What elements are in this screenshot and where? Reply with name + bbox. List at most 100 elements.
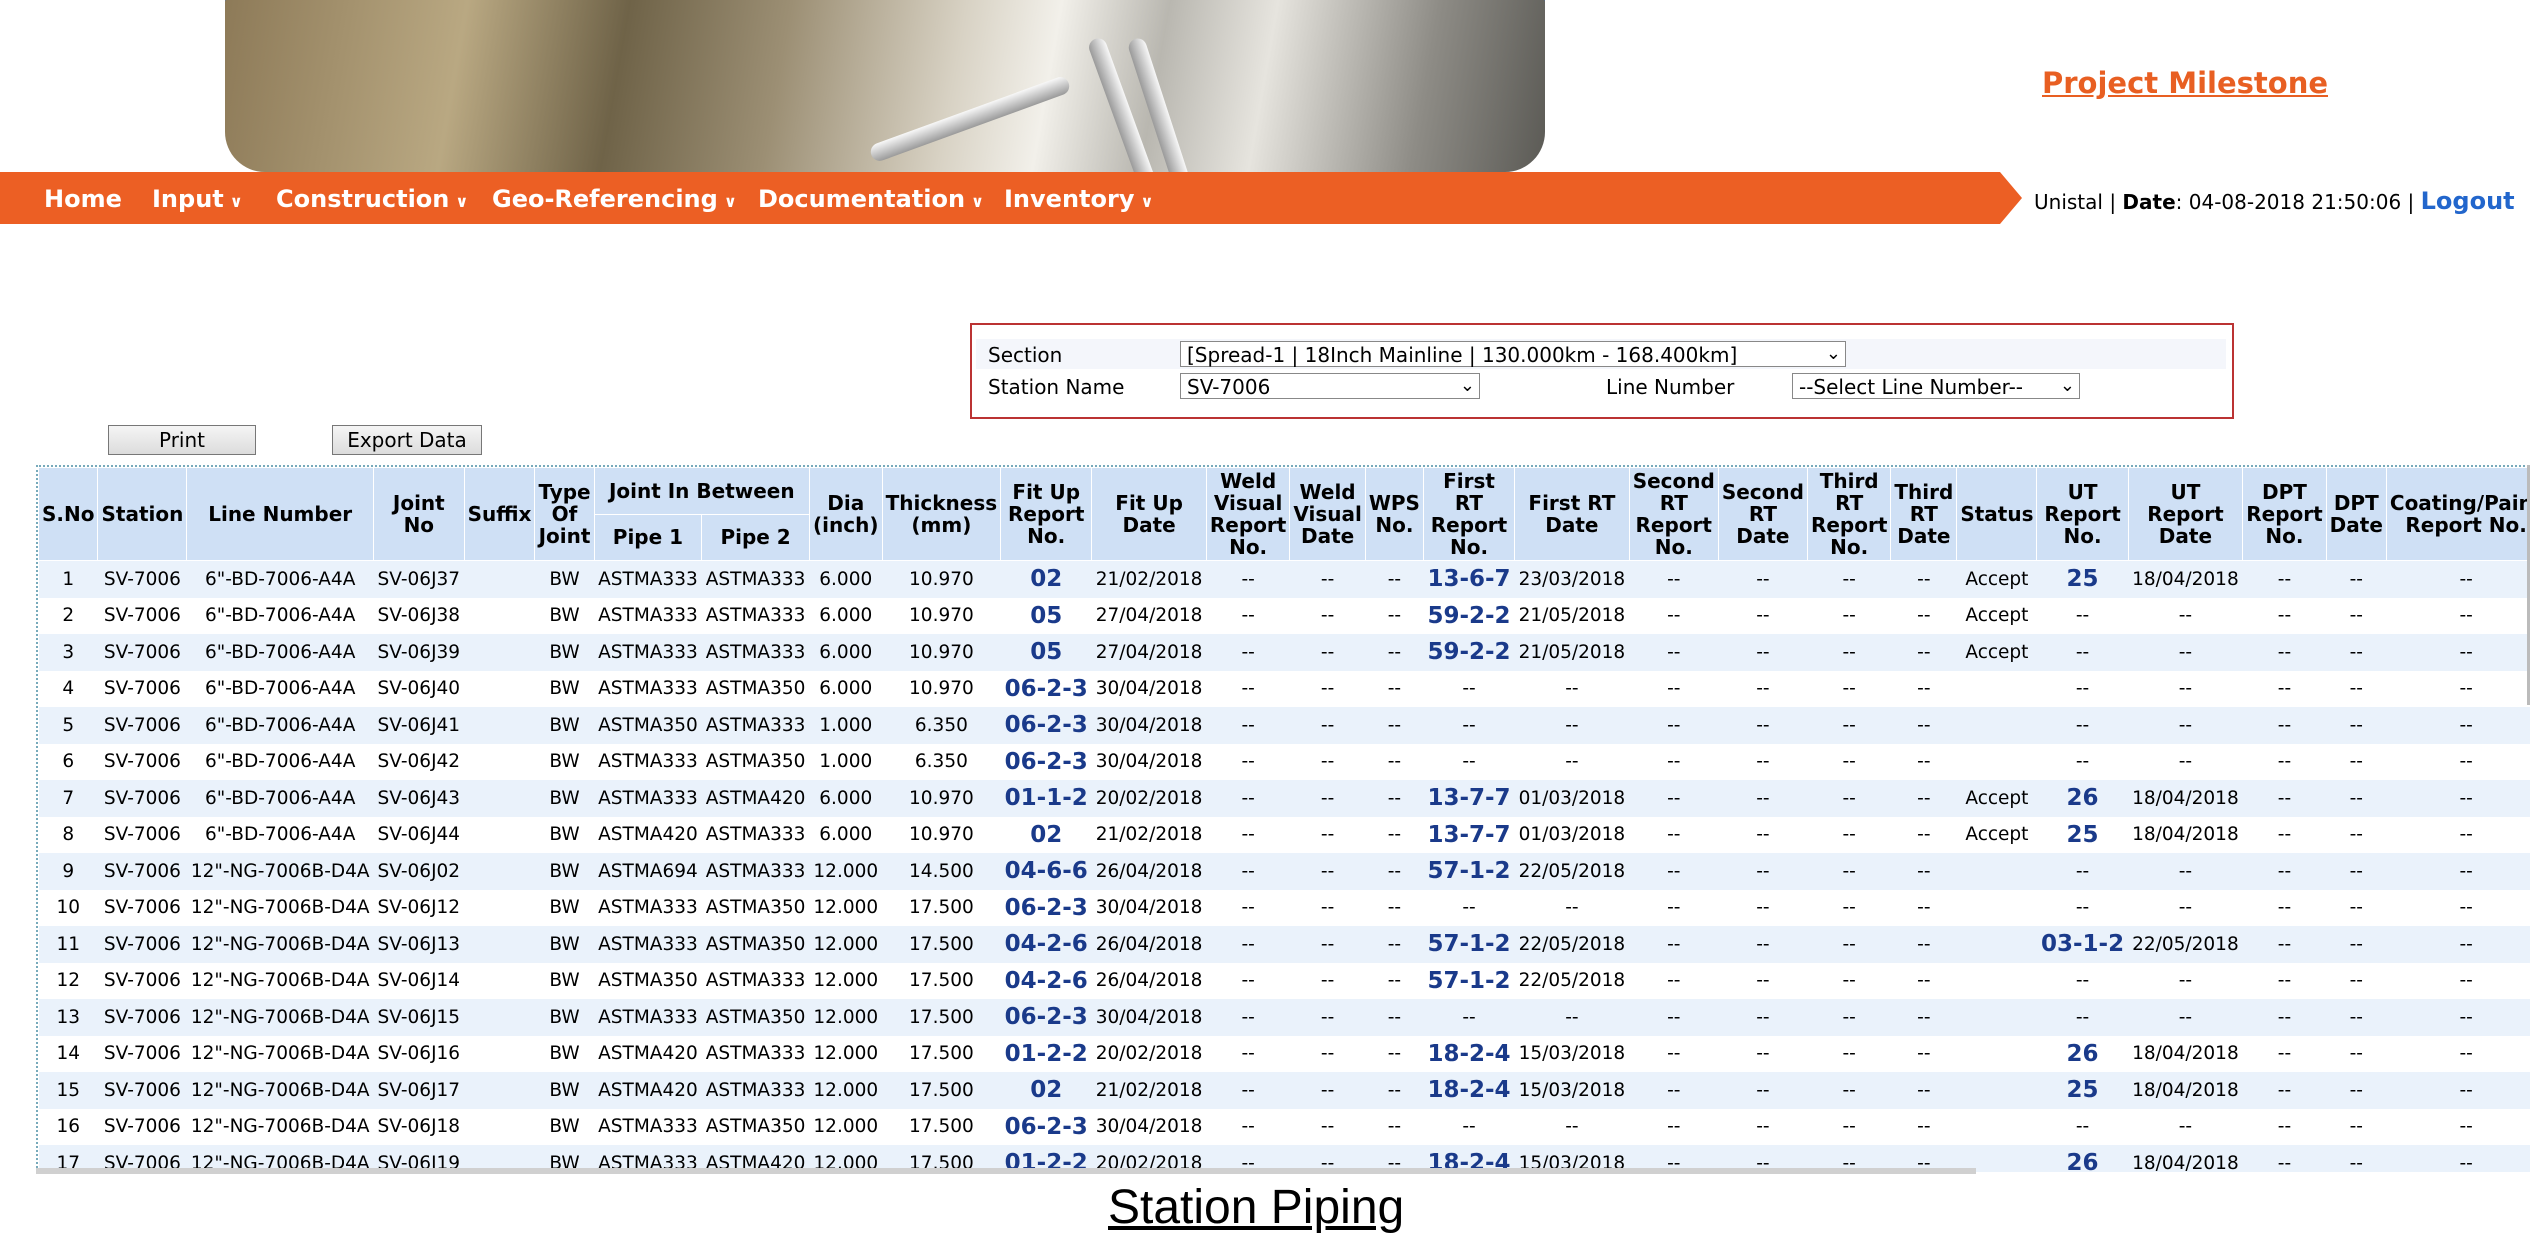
table-cell: -- <box>1807 597 1891 634</box>
table-cell: 10.970 <box>882 816 1001 853</box>
table-cell: -- <box>1718 889 1808 926</box>
station-select[interactable]: SV-7006 ⌄ <box>1180 373 1480 399</box>
table-cell: -- <box>1890 560 1957 598</box>
col-status: Status <box>1956 467 2038 561</box>
col-joint-in-between: Joint In Between <box>593 467 810 515</box>
table-cell: -- <box>2386 634 2530 671</box>
table-cell: 01/03/2018 <box>1514 816 1630 853</box>
col-dpt-report: DPT Report No. <box>2242 467 2327 561</box>
table-cell: -- <box>2326 1072 2387 1109</box>
table-cell: -- <box>1423 670 1515 707</box>
line-number-label: Line Number <box>1606 375 1735 399</box>
table-cell: -- <box>2326 853 2387 890</box>
table-cell: 30/04/2018 <box>1091 743 1207 780</box>
table-cell: 12.000 <box>809 926 883 963</box>
table-cell: 17.500 <box>882 999 1001 1036</box>
table-cell: -- <box>1890 889 1957 926</box>
table-cell: -- <box>1718 560 1808 598</box>
table-cell: Accept <box>1956 780 2037 817</box>
table-cell: -- <box>1629 1108 1719 1145</box>
table-cell: 12"-NG-7006B-D4A <box>186 999 374 1036</box>
table-cell: -- <box>1807 962 1891 999</box>
line-number-select[interactable]: --Select Line Number-- ⌄ <box>1792 373 2080 399</box>
table-cell: -- <box>1629 707 1719 744</box>
table-cell: -- <box>1807 853 1891 890</box>
table-cell: 6"-BD-7006-A4A <box>186 743 374 780</box>
table-cell: -- <box>2128 707 2243 744</box>
nav-inventory[interactable]: Inventory ∨ <box>1004 185 1153 213</box>
section-select[interactable]: [Spread-1 | 18Inch Mainline | 130.000km … <box>1180 341 1846 367</box>
table-cell: -- <box>1807 743 1891 780</box>
table-cell: 12.000 <box>809 999 883 1036</box>
table-cell: -- <box>1289 816 1366 853</box>
print-button[interactable]: Print <box>108 425 256 455</box>
logout-link[interactable]: Logout <box>2421 187 2515 215</box>
table-cell: -- <box>1206 926 1290 963</box>
table-cell: 1.000 <box>809 707 883 744</box>
table-cell: -- <box>1289 1108 1366 1145</box>
table-cell: SV-06J14 <box>373 962 465 999</box>
table-cell: -- <box>1365 597 1424 634</box>
table-cell: 18-2-4 <box>1423 1072 1515 1109</box>
table-cell: -- <box>1289 999 1366 1036</box>
table-cell: -- <box>2036 707 2129 744</box>
table-cell: Accept <box>1956 597 2037 634</box>
user-info: Unistal | Date: 04-08-2018 21:50:06 | Lo… <box>2034 187 2515 215</box>
table-cell: -- <box>1289 926 1366 963</box>
table-cell <box>1956 962 2037 999</box>
arrow-icon <box>2000 172 2022 224</box>
table-cell: -- <box>2242 999 2327 1036</box>
table-cell <box>464 889 535 926</box>
table-cell: SV-7006 <box>97 634 187 671</box>
joints-table-container[interactable]: S.No Station Line Number Joint No Suffix… <box>36 465 2530 1172</box>
col-first-rt-report: First RT Report No. <box>1422 467 1516 561</box>
nav-home[interactable]: Home <box>44 185 122 213</box>
table-row: 6 SV-7006 6"-BD-7006-A4A SV-06J42 BW ASTMA333… <box>38 743 2530 780</box>
table-cell: -- <box>1206 853 1290 890</box>
nav-construction[interactable]: Construction ∨ <box>276 185 468 213</box>
table-cell: ASTMA333 <box>594 780 702 817</box>
table-cell: -- <box>1514 707 1630 744</box>
table-cell: 21/02/2018 <box>1091 816 1207 853</box>
table-cell: -- <box>2326 962 2387 999</box>
table-cell: 8 <box>38 816 98 853</box>
table-cell: 25 <box>2036 560 2129 598</box>
table-cell: -- <box>2326 634 2387 671</box>
table-cell: -- <box>2386 560 2530 598</box>
table-cell: 01/03/2018 <box>1514 780 1630 817</box>
table-cell: -- <box>1289 889 1366 926</box>
nav-documentation[interactable]: Documentation ∨ <box>758 185 984 213</box>
nav-geo-referencing[interactable]: Geo-Referencing ∨ <box>492 185 737 213</box>
table-cell: -- <box>1890 1072 1957 1109</box>
username: Unistal <box>2034 190 2103 214</box>
table-cell: -- <box>1718 597 1808 634</box>
table-cell: SV-06J38 <box>373 597 465 634</box>
chevron-down-icon: ⌄ <box>1459 375 1475 396</box>
table-cell: 10.970 <box>882 560 1001 598</box>
export-data-button[interactable]: Export Data <box>332 425 482 455</box>
table-row: 13 SV-7006 12"-NG-7006B-D4A SV-06J15 BW ASTMA… <box>38 999 2530 1036</box>
table-cell: -- <box>1514 1108 1630 1145</box>
table-row: 8 SV-7006 6"-BD-7006-A4A SV-06J44 BW ASTMA420… <box>38 816 2530 853</box>
table-cell: SV-7006 <box>97 707 187 744</box>
table-cell: 6"-BD-7006-A4A <box>186 597 374 634</box>
table-cell: 26 <box>2036 1145 2129 1172</box>
table-cell: -- <box>2326 999 2387 1036</box>
col-pipe-2: Pipe 2 <box>701 513 810 561</box>
table-cell: -- <box>2242 597 2327 634</box>
table-cell: 17.500 <box>882 1035 1001 1072</box>
nav-input[interactable]: Input ∨ <box>152 185 243 213</box>
project-milestone-link[interactable]: Project Milestone <box>2042 66 2328 100</box>
table-cell: 14 <box>38 1035 98 1072</box>
table-cell: -- <box>1206 560 1290 598</box>
table-cell: ASTMA350 <box>594 707 702 744</box>
table-cell: -- <box>1890 597 1957 634</box>
table-cell: -- <box>1365 560 1424 598</box>
table-cell: 02 <box>1000 1072 1092 1109</box>
table-cell: 57-1-2 <box>1423 926 1515 963</box>
table-cell: 6.000 <box>809 597 883 634</box>
table-cell: -- <box>1289 1072 1366 1109</box>
table-cell: -- <box>1807 999 1891 1036</box>
horizontal-scrollbar[interactable] <box>36 1168 1976 1174</box>
table-cell: -- <box>2128 670 2243 707</box>
